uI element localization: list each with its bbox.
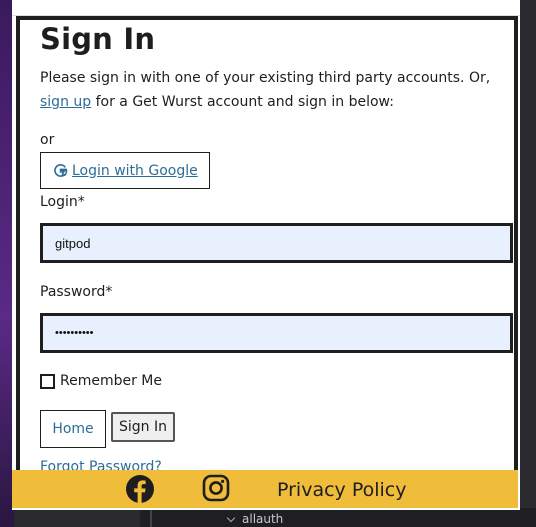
- remember-me[interactable]: Remember Me: [40, 373, 162, 389]
- tree-item-allauth[interactable]: allauth: [226, 512, 284, 526]
- remember-me-label: Remember Me: [60, 373, 162, 389]
- window-topbar: [12, 0, 520, 16]
- intro-after: for a Get Wurst account and sign in belo…: [91, 94, 394, 110]
- tree-item-label: allauth: [242, 512, 284, 526]
- login-label: Login*: [40, 194, 85, 210]
- footer-bar: Privacy Policy: [12, 470, 518, 508]
- chevron-down-icon: [226, 513, 236, 523]
- page-title: Sign In: [40, 22, 156, 56]
- google-login-label: Login with Google: [72, 162, 198, 179]
- or-separator: or: [40, 132, 55, 148]
- password-field-value: ••••••••••: [55, 327, 94, 339]
- google-icon: [54, 164, 68, 177]
- google-login-button[interactable]: Login with Google: [40, 152, 210, 189]
- password-field[interactable]: ••••••••••: [40, 313, 513, 353]
- remember-me-checkbox[interactable]: [40, 373, 55, 389]
- signin-window: Sign In Please sign in with one of your …: [12, 0, 520, 510]
- intro-text: Please sign in with one of your existing…: [40, 66, 510, 114]
- home-button[interactable]: Home: [40, 410, 106, 448]
- password-label: Password*: [40, 284, 113, 300]
- background-file-tree: allauth: [140, 508, 536, 527]
- background-panel: [14, 508, 140, 527]
- background-divider: [150, 508, 152, 527]
- signup-link[interactable]: sign up: [40, 94, 91, 110]
- login-field[interactable]: gitpod: [40, 223, 513, 263]
- instagram-icon[interactable]: [202, 474, 230, 502]
- intro-before: Please sign in with one of your existing…: [40, 70, 491, 86]
- signin-button[interactable]: Sign In: [111, 412, 175, 442]
- facebook-icon[interactable]: [125, 474, 155, 504]
- login-field-value: gitpod: [55, 235, 91, 251]
- privacy-policy-link[interactable]: Privacy Policy: [277, 479, 406, 501]
